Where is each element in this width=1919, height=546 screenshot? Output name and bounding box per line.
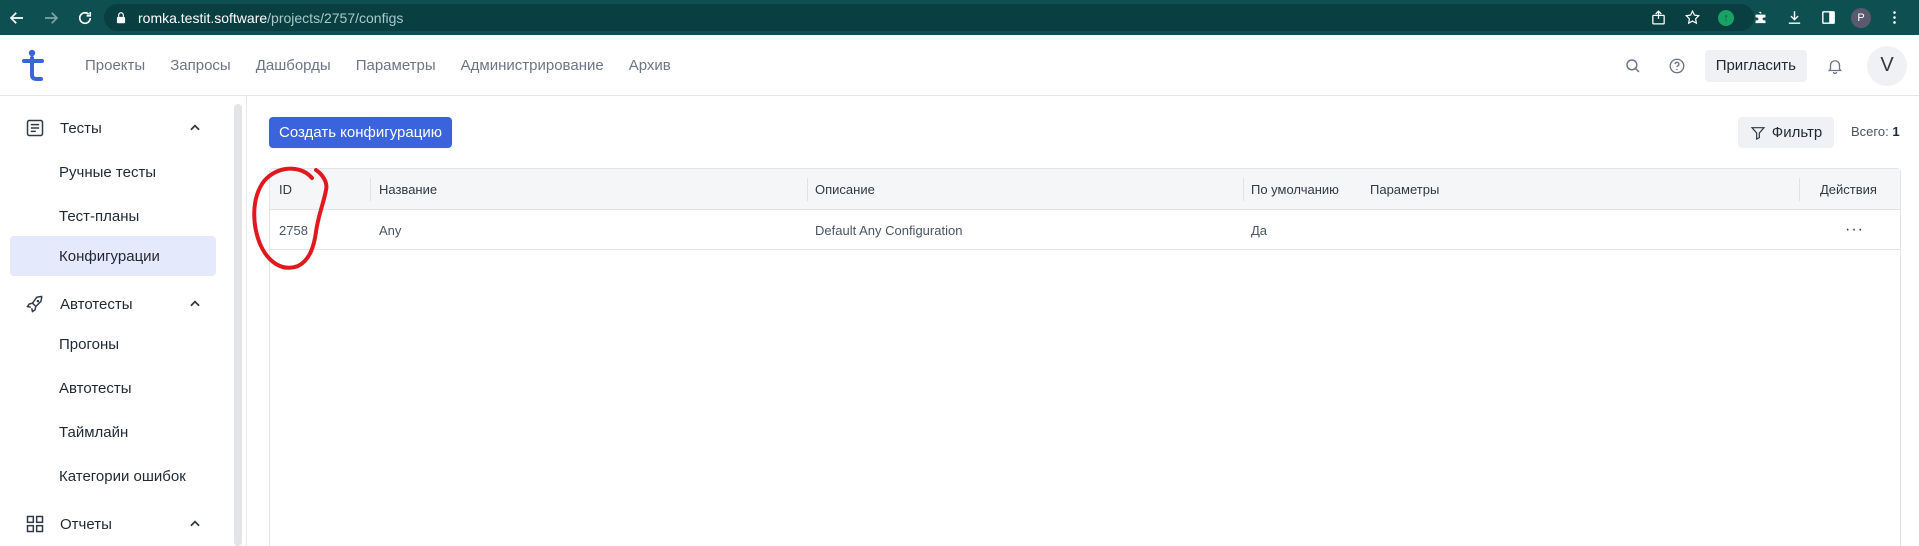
sidebar-section-label: Отчеты	[60, 515, 112, 533]
filter-label: Фильтр	[1771, 124, 1823, 141]
browser-toolbar: romka.testit.software /projects/2757/con…	[0, 0, 1919, 35]
nav-administration[interactable]: Администрирование	[461, 57, 604, 74]
extension-icon: ↑	[1718, 9, 1734, 26]
lock-icon	[116, 11, 126, 23]
sidebar-section-reports[interactable]: Отчеты	[10, 502, 216, 546]
column-divider[interactable]	[807, 178, 808, 201]
cell-name: Any	[379, 222, 402, 238]
nav-projects[interactable]: Проекты	[85, 57, 145, 74]
chevron-up-icon[interactable]	[188, 517, 202, 531]
chevron-up-icon[interactable]	[188, 121, 202, 135]
rocket-icon	[24, 293, 46, 315]
cell-default: Да	[1251, 222, 1268, 238]
cell-id: 2758	[279, 222, 308, 238]
back-icon	[9, 11, 23, 24]
sidebar-section-tests[interactable]: Тесты	[10, 106, 216, 150]
configurations-table: ID Название Описание По умолчанию Параме…	[269, 168, 1901, 546]
bookmark-button[interactable]	[1681, 7, 1703, 29]
column-default[interactable]: По умолчанию	[1251, 169, 1339, 210]
downloads-button[interactable]	[1783, 7, 1805, 29]
profile-button[interactable]: P	[1851, 7, 1871, 28]
sidebar-section-autotests[interactable]: Автотесты	[10, 282, 216, 326]
invite-button[interactable]: Пригласить	[1704, 49, 1807, 82]
row-actions-menu-button[interactable]: ···	[1845, 210, 1864, 250]
column-divider[interactable]	[370, 178, 371, 201]
address-bar[interactable]: romka.testit.software /projects/2757/con…	[104, 4, 1754, 31]
extension-button[interactable]: ↑	[1715, 7, 1737, 29]
sidebar-item-manual-tests[interactable]: Ручные тесты	[10, 152, 216, 192]
star-icon	[1684, 9, 1700, 25]
sidebar-section-label: Тесты	[60, 119, 102, 137]
sidebar-item-runs[interactable]: Прогоны	[10, 324, 216, 364]
sidebar-section-label: Автотесты	[60, 295, 133, 313]
reload-button[interactable]	[68, 0, 102, 35]
nav-requests[interactable]: Запросы	[170, 57, 231, 74]
forward-button[interactable]	[34, 0, 68, 35]
column-divider[interactable]	[1799, 178, 1800, 201]
sidebar-item-timeline[interactable]: Таймлайн	[10, 412, 216, 452]
sidebar-scrollbar[interactable]	[234, 104, 242, 546]
menu-icon	[1892, 11, 1896, 24]
extensions-button[interactable]	[1749, 7, 1771, 29]
sidepanel-icon	[1821, 11, 1835, 24]
notifications-button[interactable]	[1824, 55, 1846, 77]
app-header: Проекты Запросы Дашборды Параметры Админ…	[0, 35, 1919, 96]
column-description[interactable]: Описание	[815, 169, 875, 210]
filter-icon	[1750, 126, 1766, 140]
column-id[interactable]: ID	[279, 169, 292, 210]
sidebar-item-configurations[interactable]: Конфигурации	[10, 236, 216, 276]
chevron-up-icon[interactable]	[188, 297, 202, 311]
total-count: Всего: 1	[1851, 124, 1900, 139]
puzzle-icon	[1755, 11, 1765, 24]
nav-archive[interactable]: Архив	[629, 57, 671, 74]
search-button[interactable]	[1622, 55, 1644, 77]
total-label: Всего:	[1851, 124, 1889, 139]
nav-dashboards[interactable]: Дашборды	[256, 57, 331, 74]
nav-parameters[interactable]: Параметры	[356, 57, 436, 74]
url-host: romka.testit.software	[138, 9, 268, 26]
total-value: 1	[1892, 124, 1900, 139]
help-icon	[1669, 58, 1685, 73]
main-nav: Проекты Запросы Дашборды Параметры Админ…	[85, 35, 696, 96]
create-configuration-button[interactable]: Создать конфигурацию	[269, 117, 452, 148]
table-header: ID Название Описание По умолчанию Параме…	[270, 169, 1900, 210]
back-button[interactable]	[0, 0, 34, 35]
user-avatar[interactable]: V	[1867, 45, 1907, 86]
column-divider[interactable]	[1243, 178, 1244, 201]
sidebar-item-test-plans[interactable]: Тест-планы	[10, 196, 216, 236]
document-icon	[24, 117, 46, 139]
url-path: /projects/2757/configs	[267, 9, 404, 26]
reload-icon	[78, 11, 92, 24]
share-icon	[1651, 10, 1665, 25]
testit-logo-icon[interactable]	[22, 49, 46, 83]
column-actions: Действия	[1820, 182, 1877, 197]
sidebar-item-autotests[interactable]: Автотесты	[10, 368, 216, 408]
sidebar-item-error-categories[interactable]: Категории ошибок	[10, 456, 216, 496]
forward-icon	[45, 11, 59, 24]
browser-menu-button[interactable]	[1883, 7, 1905, 29]
help-button[interactable]	[1666, 55, 1688, 77]
share-button[interactable]	[1647, 7, 1669, 29]
search-icon	[1625, 58, 1640, 73]
sidebar: Тесты Ручные тесты Тест-планы Конфигурац…	[0, 96, 247, 546]
grid-icon	[24, 513, 46, 535]
filter-button[interactable]: Фильтр	[1738, 117, 1834, 148]
column-parameters[interactable]: Параметры	[1370, 169, 1439, 210]
cell-description: Default Any Configuration	[815, 222, 963, 238]
bell-icon	[1828, 59, 1842, 74]
table-row[interactable]: 2758 Any Default Any Configuration Да ··…	[270, 210, 1900, 250]
sidepanel-button[interactable]	[1817, 7, 1839, 29]
column-name[interactable]: Название	[379, 169, 437, 210]
download-icon	[1788, 11, 1800, 24]
